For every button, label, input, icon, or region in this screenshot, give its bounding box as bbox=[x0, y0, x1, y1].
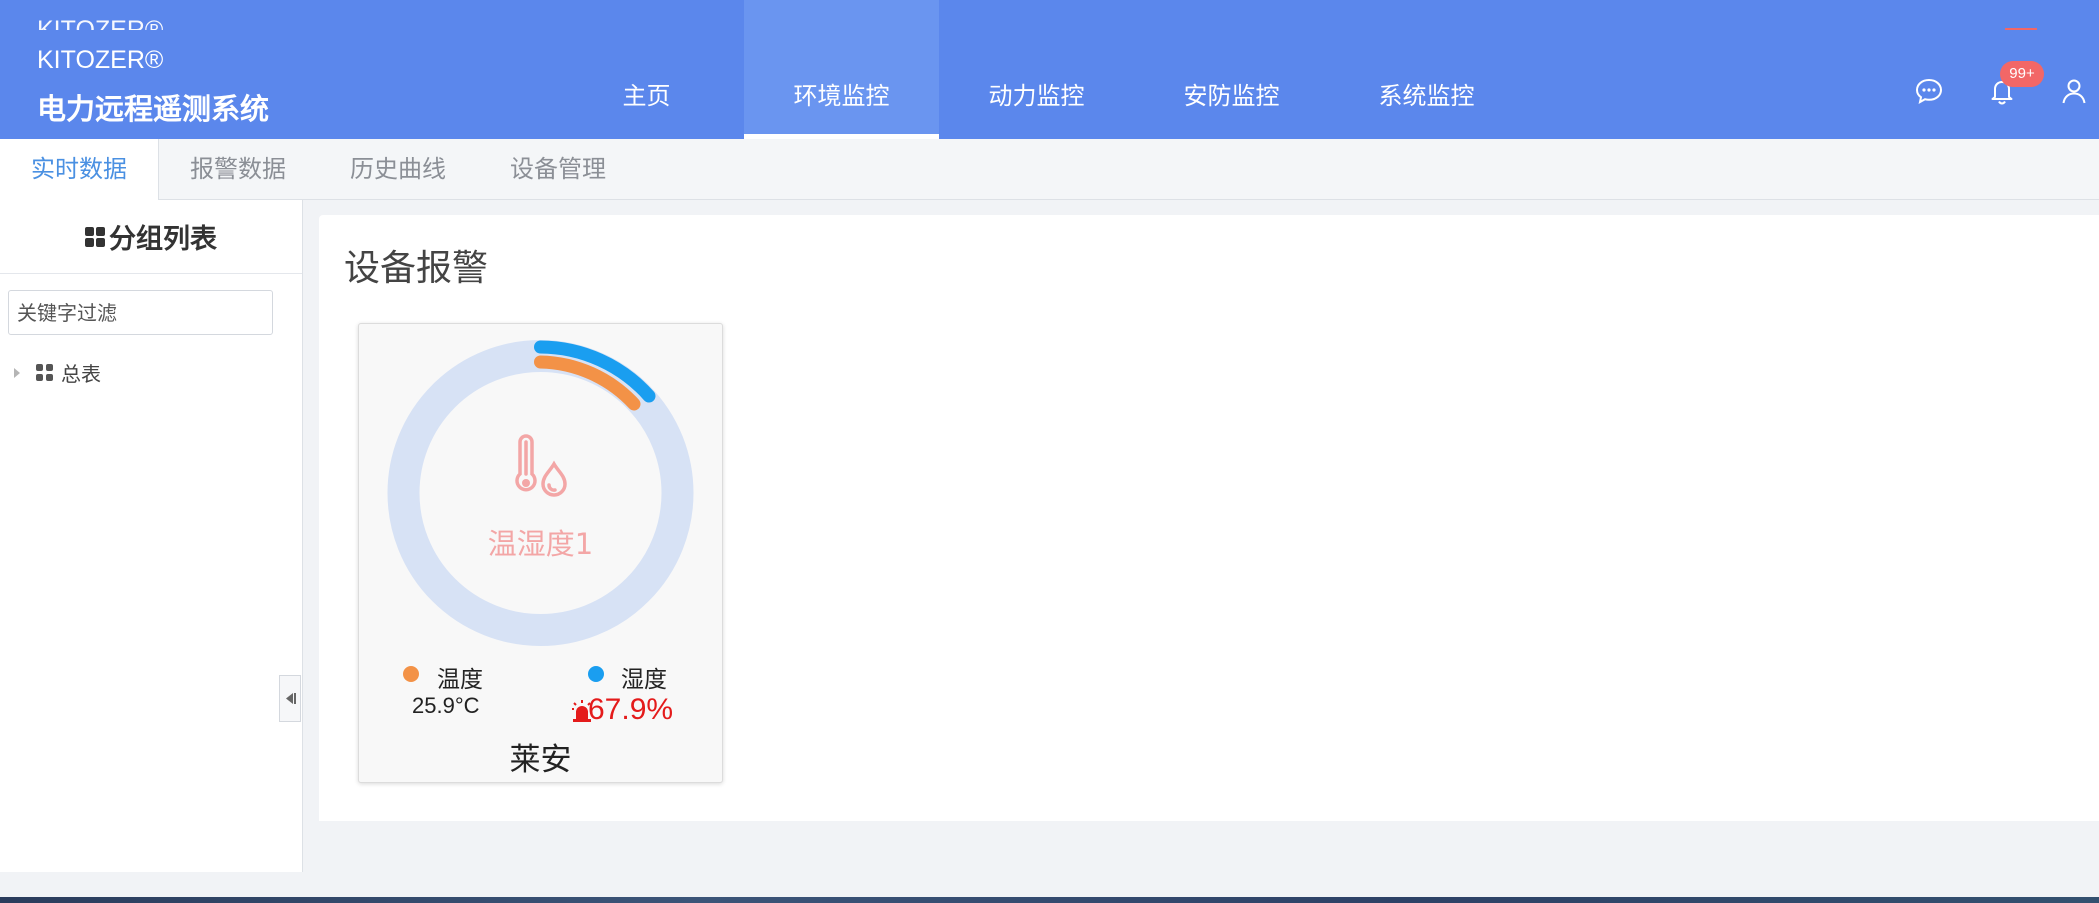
brand-ghost-text: KITOZER® bbox=[37, 16, 164, 30]
section-title: 设备报警 bbox=[344, 248, 489, 289]
tree-node-summary[interactable]: 总表 bbox=[12, 358, 101, 387]
temperature-legend-dot bbox=[403, 666, 419, 682]
brand-logo-text: KITOZER® bbox=[37, 46, 164, 74]
main-nav: 主页 环境监控 动力监控 安防监控 系统监控 bbox=[549, 0, 1524, 139]
temperature-value: 25.9°C bbox=[412, 693, 480, 718]
collapse-left-icon bbox=[286, 693, 296, 704]
humidity-value: 67.9% bbox=[588, 693, 674, 726]
notification-badge: 99+ bbox=[2000, 61, 2044, 87]
nav-power[interactable]: 动力监控 bbox=[939, 0, 1134, 139]
temperature-label: 温度 bbox=[437, 667, 483, 693]
top-header: KITOZER® KITOZER® 电力远程遥测系统 主页 环境监控 动力监控 … bbox=[0, 0, 2099, 139]
nav-home[interactable]: 主页 bbox=[549, 0, 744, 139]
humidity-label: 湿度 bbox=[621, 667, 667, 693]
chat-icon[interactable] bbox=[1914, 76, 1944, 106]
tab-device-management[interactable]: 设备管理 bbox=[498, 139, 618, 200]
humidity-legend-dot bbox=[588, 666, 604, 682]
tab-alarm-data[interactable]: 报警数据 bbox=[178, 139, 298, 200]
device-location: 莱安 bbox=[509, 742, 572, 778]
sidebar-header: 分组列表 bbox=[0, 200, 302, 274]
bottom-taskbar-strip bbox=[0, 897, 2099, 903]
device-name: 温湿度1 bbox=[487, 527, 594, 561]
user-icon[interactable] bbox=[2059, 76, 2089, 106]
humidity-temperature-gauge bbox=[387, 340, 694, 646]
nav-security[interactable]: 安防监控 bbox=[1134, 0, 1329, 139]
group-sidebar: 分组列表 总表 bbox=[0, 200, 303, 872]
keyword-filter-input[interactable] bbox=[8, 290, 273, 335]
grid-icon bbox=[36, 364, 53, 381]
device-card[interactable]: 温湿度1 温度 25.9°C 湿度 67.9% 莱安 bbox=[358, 323, 723, 783]
caret-right-icon[interactable] bbox=[12, 367, 22, 379]
tab-history-curve[interactable]: 历史曲线 bbox=[338, 139, 458, 200]
header-accent-line bbox=[2005, 28, 2037, 30]
sidebar-title: 分组列表 bbox=[109, 224, 217, 255]
tree-node-label: 总表 bbox=[61, 362, 101, 386]
tab-realtime-data[interactable]: 实时数据 bbox=[0, 139, 159, 200]
grid-icon bbox=[85, 226, 105, 247]
nav-environment[interactable]: 环境监控 bbox=[744, 0, 939, 139]
sidebar-collapse-button[interactable] bbox=[279, 675, 301, 722]
system-title: 电力远程遥测系统 bbox=[37, 92, 270, 126]
nav-system[interactable]: 系统监控 bbox=[1329, 0, 1524, 139]
sub-tab-bar: 实时数据 报警数据 历史曲线 设备管理 bbox=[0, 139, 2099, 200]
device-alarm-panel: 设备报警 温湿度1 温度 25.9°C 湿度 67.9% 莱安 bbox=[319, 215, 2099, 821]
